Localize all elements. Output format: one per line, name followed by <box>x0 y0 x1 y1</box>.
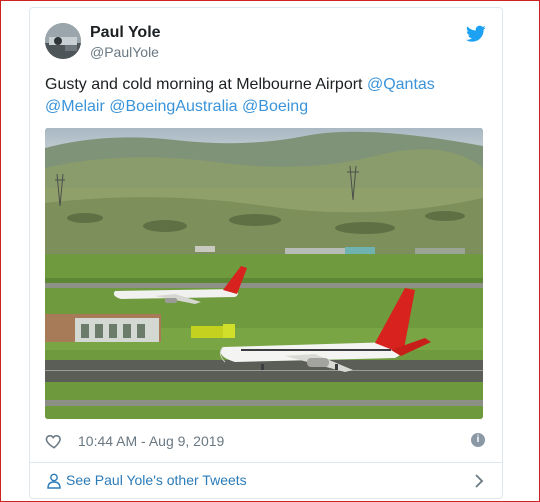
tweet-card: Paul Yole @PaulYole Gusty and cold morni… <box>29 7 503 499</box>
author-name[interactable]: Paul Yole <box>90 24 161 42</box>
see-other-tweets-link[interactable]: See Paul Yole's other Tweets <box>45 470 485 492</box>
tweet-text-lead: Gusty and cold morning at Melbourne Airp… <box>45 76 367 93</box>
person-icon <box>47 473 61 489</box>
frame-border-left <box>0 0 1 502</box>
author-handle[interactable]: @PaulYole <box>90 44 159 60</box>
avatar[interactable] <box>45 23 81 59</box>
mention-boeing[interactable]: @Boeing <box>242 98 308 115</box>
tweet-photo[interactable] <box>45 128 483 419</box>
heart-icon[interactable] <box>45 432 63 450</box>
mention-boeingaustralia[interactable]: @BoeingAustralia <box>109 98 237 115</box>
divider <box>30 462 502 463</box>
tweet-meta-row: 10:44 AM - Aug 9, 2019 i <box>45 431 485 451</box>
info-icon[interactable]: i <box>471 433 485 447</box>
chevron-right-icon[interactable] <box>473 473 485 489</box>
mention-melair[interactable]: @Melair <box>45 98 105 115</box>
see-other-tweets-label[interactable]: See Paul Yole's other Tweets <box>66 472 247 488</box>
frame-border-top <box>0 0 540 1</box>
mention-qantas[interactable]: @Qantas <box>367 76 435 93</box>
tweet-text: Gusty and cold morning at Melbourne Airp… <box>45 74 485 118</box>
twitter-bird-icon[interactable] <box>466 25 486 43</box>
timestamp[interactable]: 10:44 AM - Aug 9, 2019 <box>78 433 224 449</box>
